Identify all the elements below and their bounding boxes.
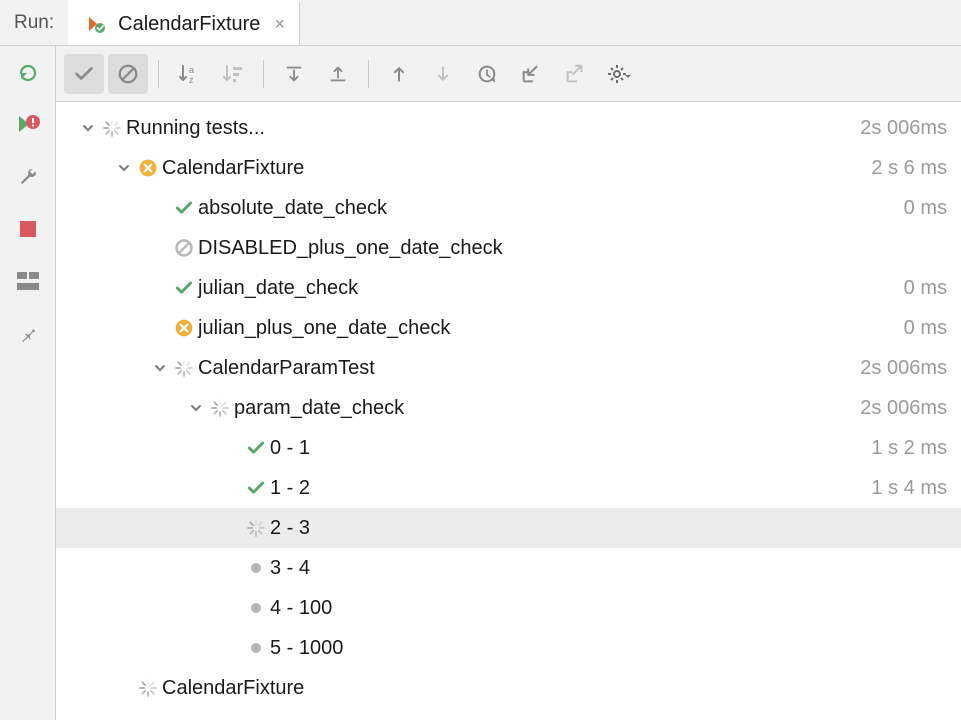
pending-icon	[249, 601, 263, 615]
spinner-icon	[175, 359, 193, 377]
history-button[interactable]	[467, 54, 507, 94]
tree-label: absolute_date_check	[198, 197, 387, 220]
tree-label: 3 - 4	[270, 557, 310, 580]
tree-time: 2 s 6 ms	[871, 157, 947, 180]
tree-label: 4 - 100	[270, 597, 332, 620]
prev-button[interactable]	[379, 54, 419, 94]
export-button[interactable]	[555, 54, 595, 94]
pass-icon	[174, 278, 194, 298]
show-passed-button[interactable]	[64, 54, 104, 94]
tab-title: CalendarFixture	[118, 13, 260, 36]
tree-label: CalendarFixture	[162, 157, 304, 180]
tree-label: param_date_check	[234, 397, 404, 420]
rerun-failed-button[interactable]	[13, 110, 43, 140]
pass-icon	[246, 478, 266, 498]
tree-row[interactable]: 2 - 3	[56, 508, 961, 548]
close-icon[interactable]: ×	[274, 14, 285, 35]
pending-icon	[249, 561, 263, 575]
pin-icon[interactable]	[13, 318, 43, 348]
settings-button[interactable]	[599, 54, 639, 94]
tree-label: julian_plus_one_date_check	[198, 317, 450, 340]
tree-row[interactable]: absolute_date_check 0 ms	[56, 188, 961, 228]
tree-label: 1 - 2	[270, 477, 310, 500]
tree-row[interactable]: 3 - 4	[56, 548, 961, 588]
fail-icon	[174, 318, 194, 338]
stop-button[interactable]	[13, 214, 43, 244]
tree-label: CalendarParamTest	[198, 357, 375, 380]
separator	[263, 60, 264, 88]
tree-label: julian_date_check	[198, 277, 358, 300]
separator	[368, 60, 369, 88]
run-label: Run:	[0, 0, 68, 45]
tree-row[interactable]: CalendarFixture 2 s 6 ms	[56, 148, 961, 188]
tree-label: Running tests...	[126, 117, 265, 140]
test-tree[interactable]: Running tests... 2s 006ms CalendarFixture 2…	[56, 102, 961, 720]
rerun-button[interactable]	[13, 58, 43, 88]
tree-row[interactable]: CalendarParamTest 2s 006ms	[56, 348, 961, 388]
tree-row[interactable]: 5 - 1000	[56, 628, 961, 668]
fail-icon	[138, 158, 158, 178]
tree-time: 0 ms	[904, 317, 947, 340]
tree-row[interactable]: Running tests... 2s 006ms	[56, 108, 961, 148]
tree-label: 5 - 1000	[270, 637, 343, 660]
next-button[interactable]	[423, 54, 463, 94]
tree-label: CalendarFixture	[162, 677, 304, 700]
tree-row[interactable]: 1 - 2 1 s 4 ms	[56, 468, 961, 508]
spinner-icon	[247, 519, 265, 537]
show-ignored-button[interactable]	[108, 54, 148, 94]
tree-time: 2s 006ms	[860, 357, 947, 380]
tab-calendar-fixture[interactable]: CalendarFixture ×	[68, 0, 300, 45]
pass-icon	[174, 198, 194, 218]
tree-row[interactable]: 4 - 100	[56, 588, 961, 628]
tree-row[interactable]: param_date_check 2s 006ms	[56, 388, 961, 428]
collapse-all-button[interactable]	[318, 54, 358, 94]
tree-label: 0 - 1	[270, 437, 310, 460]
sort-button[interactable]: az	[169, 54, 209, 94]
chevron-down-icon[interactable]	[150, 362, 170, 374]
expand-all-button[interactable]	[274, 54, 314, 94]
tree-label: 2 - 3	[270, 517, 310, 540]
chevron-down-icon[interactable]	[186, 402, 206, 414]
tab-bar: Run: CalendarFixture ×	[0, 0, 961, 46]
tree-row[interactable]: julian_plus_one_date_check 0 ms	[56, 308, 961, 348]
tree-time: 1 s 4 ms	[871, 477, 947, 500]
spinner-icon	[139, 679, 157, 697]
tree-label: DISABLED_plus_one_date_check	[198, 237, 503, 260]
tree-time: 1 s 2 ms	[871, 437, 947, 460]
pending-icon	[249, 641, 263, 655]
tree-time: 0 ms	[904, 197, 947, 220]
tree-time: 2s 006ms	[860, 117, 947, 140]
tree-time: 0 ms	[904, 277, 947, 300]
import-button[interactable]	[511, 54, 551, 94]
ignored-icon	[174, 238, 194, 258]
chevron-down-icon[interactable]	[78, 122, 98, 134]
spinner-icon	[103, 119, 121, 137]
left-rail	[0, 46, 56, 720]
tree-row[interactable]: 0 - 1 1 s 2 ms	[56, 428, 961, 468]
separator	[158, 60, 159, 88]
layout-icon[interactable]	[13, 266, 43, 296]
run-config-icon	[82, 14, 110, 34]
test-toolbar: az	[56, 46, 961, 102]
chevron-down-icon[interactable]	[114, 162, 134, 174]
tree-row[interactable]: julian_date_check 0 ms	[56, 268, 961, 308]
tree-row[interactable]: CalendarFixture	[56, 668, 961, 708]
tree-time: 2s 006ms	[860, 397, 947, 420]
svg-text:z: z	[189, 75, 194, 85]
spinner-icon	[211, 399, 229, 417]
svg-text:a: a	[189, 65, 194, 75]
wrench-icon[interactable]	[13, 162, 43, 192]
suite-sort-button[interactable]	[213, 54, 253, 94]
tree-row[interactable]: DISABLED_plus_one_date_check	[56, 228, 961, 268]
pass-icon	[246, 438, 266, 458]
